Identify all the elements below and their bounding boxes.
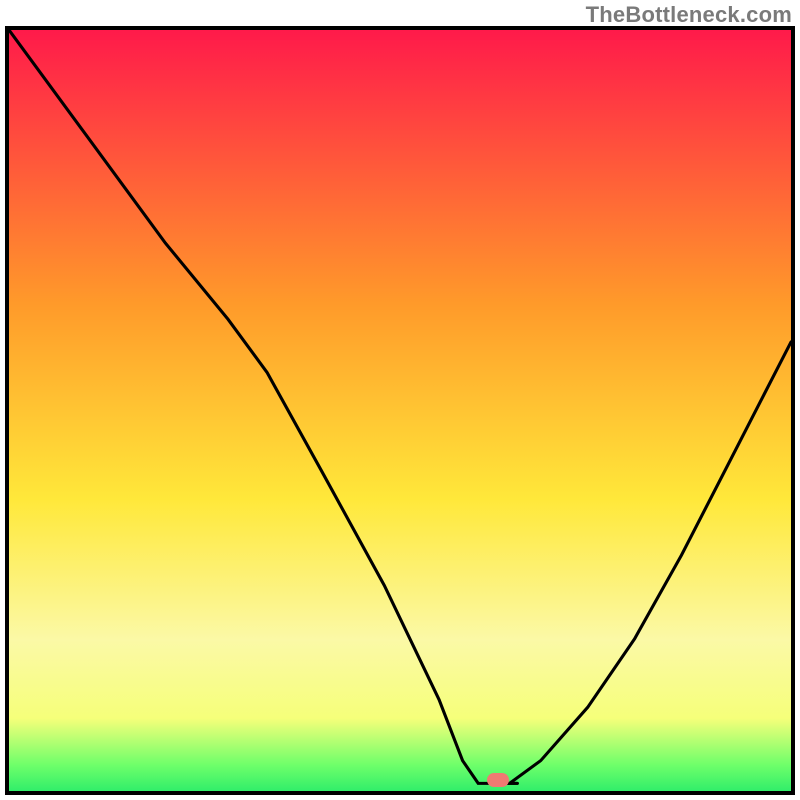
bottleneck-curve	[9, 30, 791, 791]
plot-inner	[9, 30, 791, 791]
plot-frame	[5, 26, 795, 795]
bottleneck-chart: TheBottleneck.com	[0, 0, 800, 800]
optimal-point-marker	[487, 773, 509, 787]
curve-left-segment	[9, 30, 517, 783]
watermark-text: TheBottleneck.com	[586, 2, 792, 28]
curve-right-segment	[509, 342, 791, 783]
